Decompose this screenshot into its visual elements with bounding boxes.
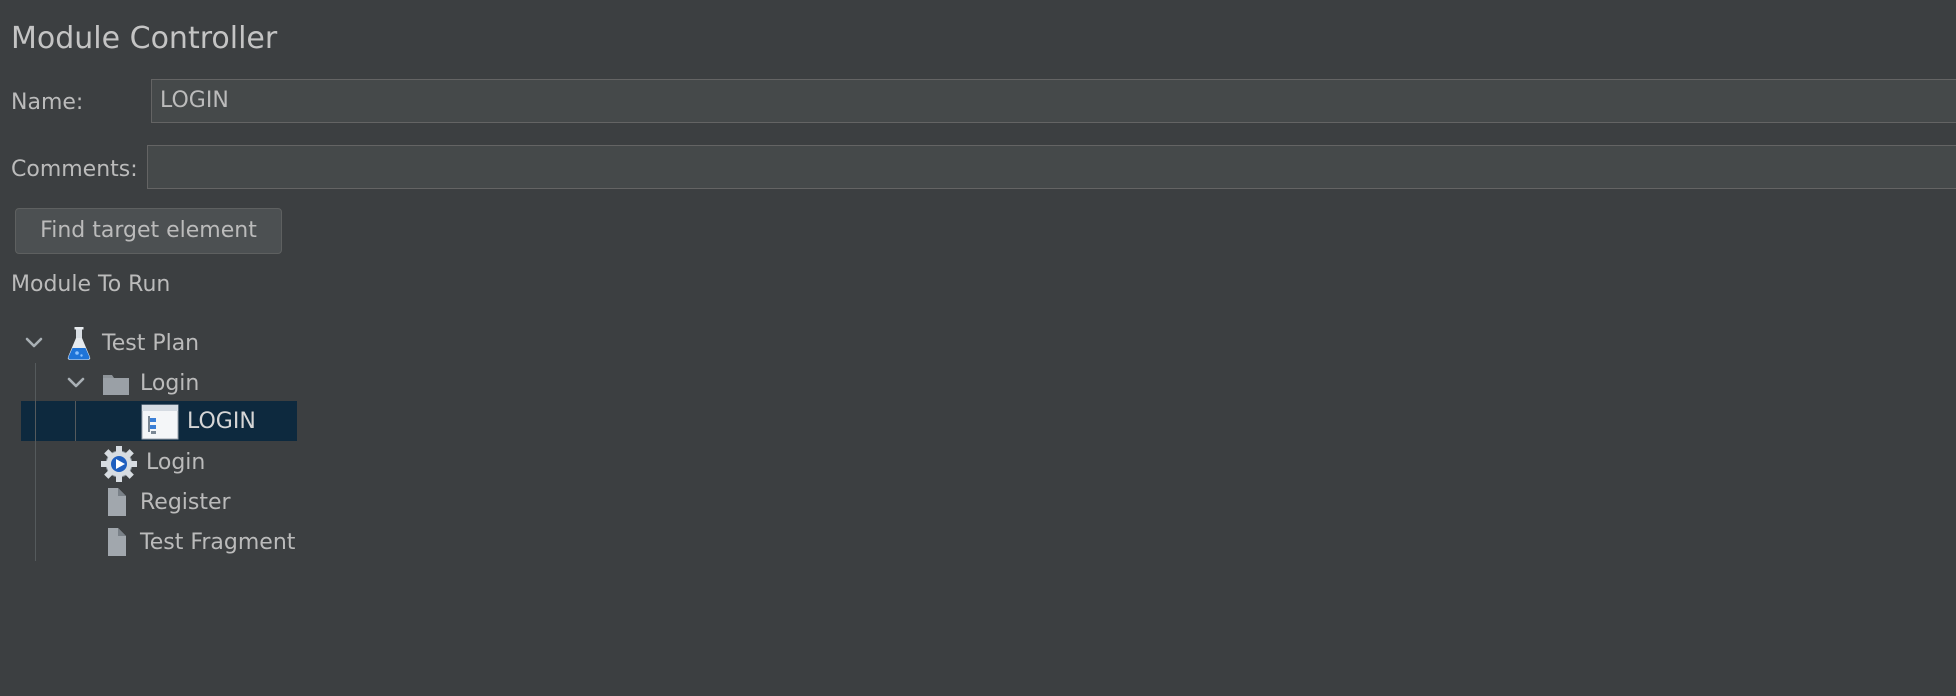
tree-node-label: Login	[146, 449, 206, 475]
tree-node-login-folder[interactable]: Login	[66, 363, 199, 403]
tree-guide-line	[75, 401, 76, 441]
folder-icon	[102, 366, 130, 400]
tree-node-login-controller[interactable]: LOGIN	[141, 401, 256, 441]
panel-title: Module Controller	[11, 21, 278, 56]
page-icon	[104, 485, 130, 519]
tree-node-register[interactable]: Register	[104, 482, 231, 522]
module-controller-panel: Module Controller Name: LOGIN Comments: …	[0, 0, 1956, 696]
tree-node-label: LOGIN	[187, 408, 256, 434]
tree-guide-line	[35, 363, 36, 561]
tree-node-label: Test Fragment	[140, 529, 296, 555]
module-to-run-label: Module To Run	[11, 272, 171, 297]
comments-field[interactable]	[147, 145, 1956, 189]
find-target-element-button[interactable]: Find target element	[15, 208, 282, 254]
page-icon	[104, 525, 130, 559]
simple-controller-icon	[141, 404, 179, 440]
name-field[interactable]: LOGIN	[151, 79, 1956, 123]
tree-node-label: Login	[140, 370, 200, 396]
gear-icon	[100, 445, 138, 482]
tree-node-test-plan[interactable]: Test Plan	[24, 323, 199, 363]
tree-node-label: Register	[140, 489, 231, 515]
tree-node-test-fragment[interactable]: Test Fragment	[104, 522, 295, 562]
name-label: Name:	[11, 90, 84, 115]
flask-icon	[64, 326, 94, 360]
chevron-down-icon[interactable]	[24, 333, 44, 353]
tree-node-label: Test Plan	[102, 330, 200, 356]
chevron-down-icon[interactable]	[66, 373, 86, 393]
tree-node-login-test-fragment[interactable]: Login	[100, 442, 205, 482]
comments-label: Comments:	[11, 157, 138, 182]
